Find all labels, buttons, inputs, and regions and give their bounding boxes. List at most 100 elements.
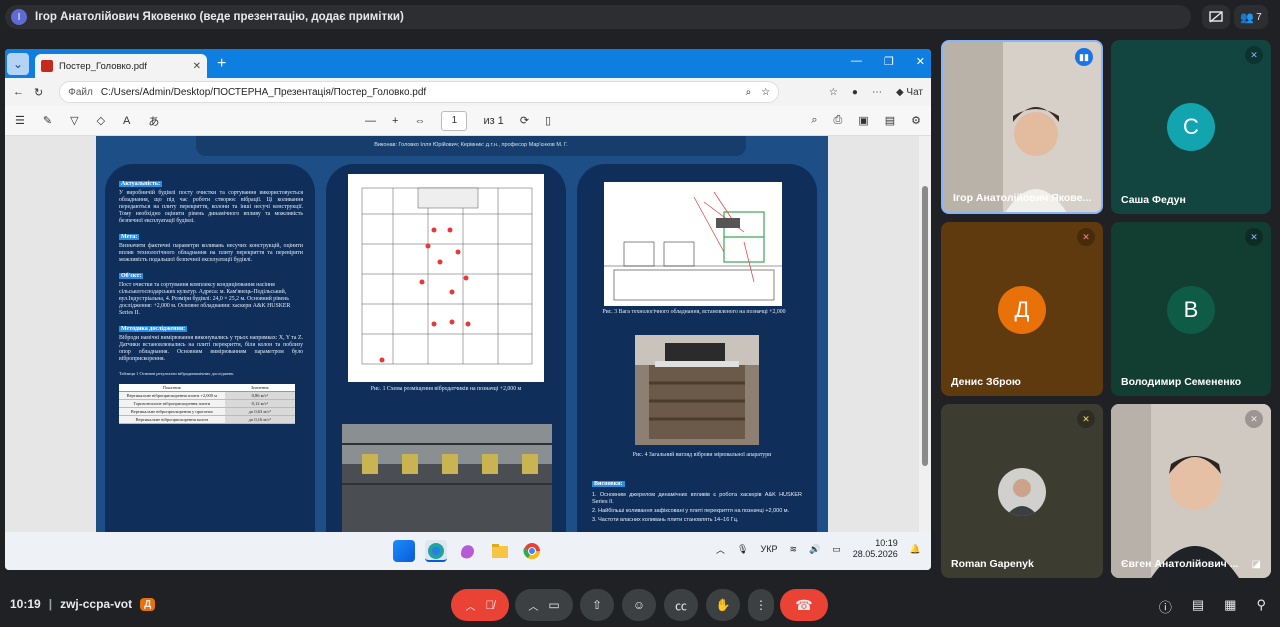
page-number-input[interactable]: 1 xyxy=(441,110,468,131)
copilot-icon[interactable] xyxy=(457,540,479,562)
participant-video xyxy=(943,42,1101,212)
minimize-icon[interactable]: — xyxy=(851,55,862,68)
mic-off-icon: 🎙̸ xyxy=(485,598,495,612)
pip-icon[interactable]: ◪ xyxy=(1252,559,1261,570)
participant-tile[interactable]: ✕ Д Денис Зброю xyxy=(941,222,1103,396)
host-controls-icon[interactable]: ⚲ xyxy=(1256,597,1266,616)
participant-name: Ігор Анатолійович Якове... xyxy=(953,192,1092,204)
profile-icon[interactable]: ● xyxy=(852,87,858,98)
windows-start-icon[interactable] xyxy=(393,540,415,562)
draw-icon[interactable]: ▽ xyxy=(70,114,78,127)
extensions-icon[interactable]: ☆ xyxy=(829,87,838,98)
fig4-caption: Рис. 4 Загальний вигляд віброви мірюваль… xyxy=(632,452,772,458)
back-icon[interactable]: ← xyxy=(13,86,24,98)
table-row: Вертикальне віброприскорення у прогонах … xyxy=(119,408,295,416)
clock-date: 28.05.2026 xyxy=(852,549,898,559)
more-vert-icon: ⋮ xyxy=(755,598,767,612)
avatar-photo xyxy=(998,468,1046,516)
language-indicator[interactable]: УКР xyxy=(760,544,777,554)
chat-icon[interactable]: ▤ xyxy=(1192,597,1204,616)
stop-presenting-icon[interactable] xyxy=(1202,5,1230,29)
mic-toggle-button[interactable]: ︿ 🎙̸ xyxy=(451,589,509,621)
tab-pdf[interactable]: Постер_Головко.pdf ✕ xyxy=(35,54,207,78)
save-icon[interactable]: ▣ xyxy=(858,114,868,127)
address-bar: ← ↻ Файл C:/Users/Admin/Desktop/ПОСТЕРНА… xyxy=(5,78,931,106)
read-aloud-icon[interactable]: A xyxy=(123,115,130,127)
file-explorer-icon[interactable] xyxy=(489,540,511,562)
wifi-icon[interactable]: ≋ xyxy=(789,544,797,555)
raise-hand-button[interactable]: ✋ xyxy=(706,589,740,621)
save-as-icon[interactable]: ▤ xyxy=(885,114,895,127)
url-field[interactable]: Файл C:/Users/Admin/Desktop/ПОСТЕРНА_Пре… xyxy=(59,81,780,103)
emoji-icon: ☺ xyxy=(632,598,646,612)
pdf-toolbar: ☰ ✎ ▽ ◇ A あ — + ⇔ 1 из 1 ⟳ ▯ ⌕ ⎙ ▣ ▤ ⚙ xyxy=(5,106,931,136)
microphone-tray-icon[interactable]: 🎙 xyxy=(737,544,748,555)
close-window-icon[interactable]: ✕ xyxy=(916,55,925,68)
table-cell: 0,12 м/с² xyxy=(224,400,295,407)
tray-chevron-icon[interactable]: ︿ xyxy=(716,543,725,556)
contents-icon[interactable]: ☰ xyxy=(15,114,25,127)
table-cell: Горизонтальне віброприскорення плити xyxy=(119,400,225,407)
close-tab-icon[interactable]: ✕ xyxy=(193,61,201,72)
refresh-icon[interactable]: ↻ xyxy=(34,86,43,99)
avatar: С xyxy=(1167,103,1215,151)
leave-call-button[interactable]: ☎ xyxy=(780,589,828,621)
scroll-thumb[interactable] xyxy=(922,186,928,466)
participant-name: Володимир Семененко xyxy=(1121,376,1242,388)
search-icon[interactable]: ⌕ xyxy=(811,114,817,127)
camera-options-chevron-icon[interactable]: ︿ xyxy=(528,598,538,613)
camera-toggle-button[interactable]: ︿ ▭ xyxy=(515,589,573,621)
results-table: Показник Значення Вертикальне віброприск… xyxy=(119,384,295,424)
reactions-button[interactable]: ☺ xyxy=(622,589,656,621)
meet-control-bar: 10:19 | zwj-ccpa-vot Д ︿ 🎙̸ ︿ ▭ ⇧ ☺ ㏄ ✋ … xyxy=(0,585,1280,627)
present-button[interactable]: ⇧ xyxy=(580,589,614,621)
pdf-scrollbar[interactable] xyxy=(919,136,931,532)
meeting-time: 10:19 xyxy=(10,597,41,611)
participants-button[interactable]: 👥 7 xyxy=(1234,5,1268,29)
goal-heading: Мета: xyxy=(119,234,140,240)
meeting-details-icon[interactable]: ⓘ xyxy=(1159,597,1172,616)
volume-icon[interactable]: 🔊 xyxy=(809,544,820,555)
battery-icon[interactable]: ▭ xyxy=(832,544,841,555)
presenter-avatar: І xyxy=(11,9,27,25)
tab-actions-icon[interactable]: ⌄ xyxy=(7,52,29,75)
mic-options-chevron-icon[interactable]: ︿ xyxy=(466,598,476,613)
zoom-out-icon[interactable]: — xyxy=(365,115,376,127)
new-tab-icon[interactable]: + xyxy=(217,55,226,73)
zoom-icon[interactable]: ⌕ xyxy=(746,87,752,98)
pdf-canvas[interactable]: Виконав: Головко Ілля Юрійович; Керівник… xyxy=(5,136,919,532)
taskbar-clock[interactable]: 10:19 28.05.2026 xyxy=(853,538,898,560)
participant-tile[interactable]: ✕ Roman Gapenyk xyxy=(941,404,1103,578)
equipment-section-figure xyxy=(604,182,782,306)
chrome-icon[interactable] xyxy=(521,540,543,562)
table-row: Вертикальне віброприскорення колон до 0,… xyxy=(119,416,295,424)
more-options-button[interactable]: ⋮ xyxy=(748,589,774,621)
participant-tile[interactable]: ✕ В Володимир Семененко xyxy=(1111,222,1271,396)
participant-tile[interactable]: ✕ Євген Анатолійович ... ◪ xyxy=(1111,404,1271,578)
print-icon[interactable]: ⎙ xyxy=(834,114,843,127)
table-cell: Вертикальне віброприскорення плити +2,00… xyxy=(119,392,225,399)
restore-icon[interactable]: ❐ xyxy=(884,55,894,68)
page-view-icon[interactable]: ▯ xyxy=(545,114,551,127)
favorite-star-icon[interactable]: ☆ xyxy=(761,87,770,98)
erase-icon[interactable]: ◇ xyxy=(97,114,105,127)
more-icon[interactable]: ⋯ xyxy=(872,87,882,98)
avatar: В xyxy=(1167,286,1215,334)
participant-tile-presenter[interactable]: ▮▮ Ігор Анатолійович Якове... xyxy=(941,40,1103,214)
translate-icon[interactable]: あ xyxy=(148,113,159,129)
participant-tile[interactable]: ✕ С Саша Федун xyxy=(1111,40,1271,214)
settings-icon[interactable]: ⚙ xyxy=(911,114,921,127)
zoom-in-icon[interactable]: + xyxy=(392,115,398,127)
edge-icon[interactable] xyxy=(425,540,447,562)
conclusion-item: 3. Частоти власних коливань плити станов… xyxy=(592,517,739,523)
highlight-icon[interactable]: ✎ xyxy=(43,114,52,127)
copilot-button[interactable]: ◆ Чат xyxy=(896,87,923,98)
table-caption: Таблиця 1 Основні результати вібродинамі… xyxy=(119,371,234,376)
rotate-icon[interactable]: ⟳ xyxy=(520,114,529,127)
captions-button[interactable]: ㏄ xyxy=(664,589,698,621)
fit-page-icon[interactable]: ⇔ xyxy=(414,115,425,127)
notifications-icon[interactable]: 🔔 xyxy=(910,544,921,555)
captions-icon: ㏄ xyxy=(674,598,687,613)
conclusion-item: 2. Найбільші коливання зафіксовані у пли… xyxy=(592,508,790,514)
activities-icon[interactable]: ▦ xyxy=(1224,597,1236,616)
